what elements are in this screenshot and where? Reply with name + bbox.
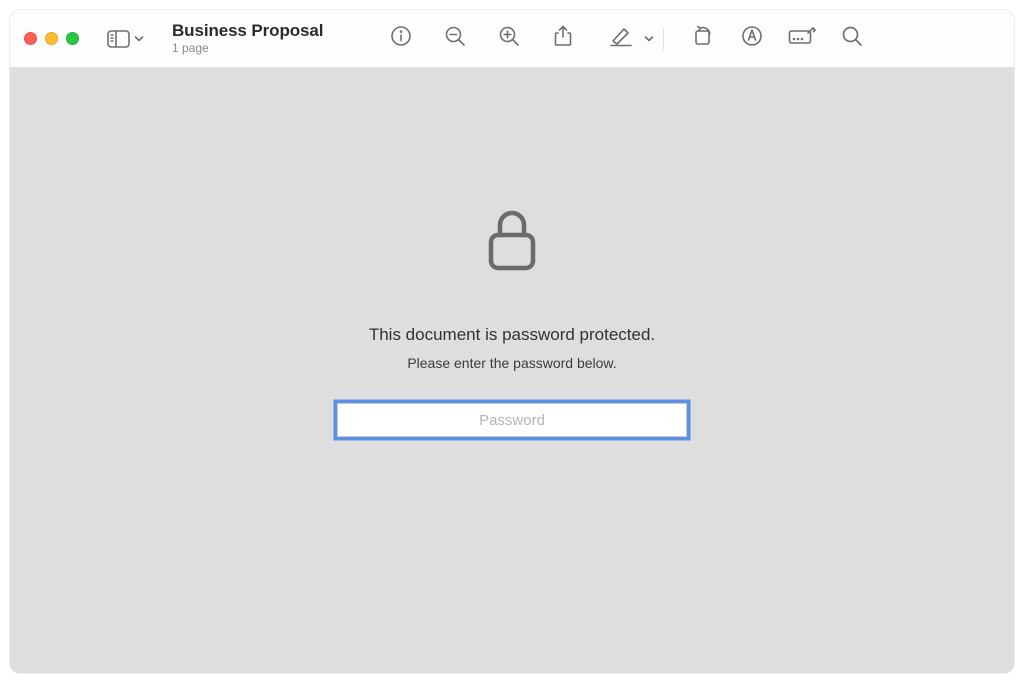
toolbar: Business Proposal 1 page [10, 10, 1014, 68]
highlight-menu-button[interactable] [641, 25, 657, 53]
markup-icon [741, 25, 763, 52]
highlight-button[interactable] [607, 25, 635, 53]
window-zoom-button[interactable] [66, 32, 79, 45]
search-icon [841, 25, 863, 52]
password-input[interactable] [337, 403, 687, 437]
toolbar-group-view [387, 25, 577, 53]
share-icon [553, 25, 573, 52]
highlight-icon [609, 25, 633, 52]
password-prompt: This document is password protected. Ple… [337, 208, 687, 437]
window-minimize-button[interactable] [45, 32, 58, 45]
document-viewport: This document is password protected. Ple… [10, 68, 1014, 673]
document-title-block: Business Proposal 1 page [172, 22, 323, 56]
sidebar-toggle-button[interactable] [107, 30, 144, 48]
toolbar-separator [663, 28, 664, 50]
zoom-out-icon [444, 25, 466, 52]
document-subtitle: 1 page [172, 42, 323, 55]
share-button[interactable] [549, 25, 577, 53]
window-close-button[interactable] [24, 32, 37, 45]
document-title: Business Proposal [172, 22, 323, 41]
search-button[interactable] [838, 25, 866, 53]
chevron-down-icon [134, 35, 144, 43]
form-fill-button[interactable] [788, 25, 816, 53]
form-fill-icon [788, 26, 816, 51]
zoom-in-button[interactable] [495, 25, 523, 53]
markup-button[interactable] [738, 25, 766, 53]
toolbar-group-right [688, 25, 866, 53]
app-window: Business Proposal 1 page [10, 10, 1014, 673]
password-message-secondary: Please enter the password below. [407, 355, 616, 371]
rotate-icon [691, 25, 713, 52]
lock-icon [486, 208, 538, 277]
sidebar-icon [107, 30, 130, 48]
info-icon [390, 25, 412, 52]
info-button[interactable] [387, 25, 415, 53]
password-message-primary: This document is password protected. [369, 325, 655, 345]
zoom-out-button[interactable] [441, 25, 469, 53]
window-controls [24, 32, 79, 45]
chevron-down-icon [644, 30, 654, 48]
toolbar-group-markup [607, 25, 670, 53]
rotate-button[interactable] [688, 25, 716, 53]
zoom-in-icon [498, 25, 520, 52]
